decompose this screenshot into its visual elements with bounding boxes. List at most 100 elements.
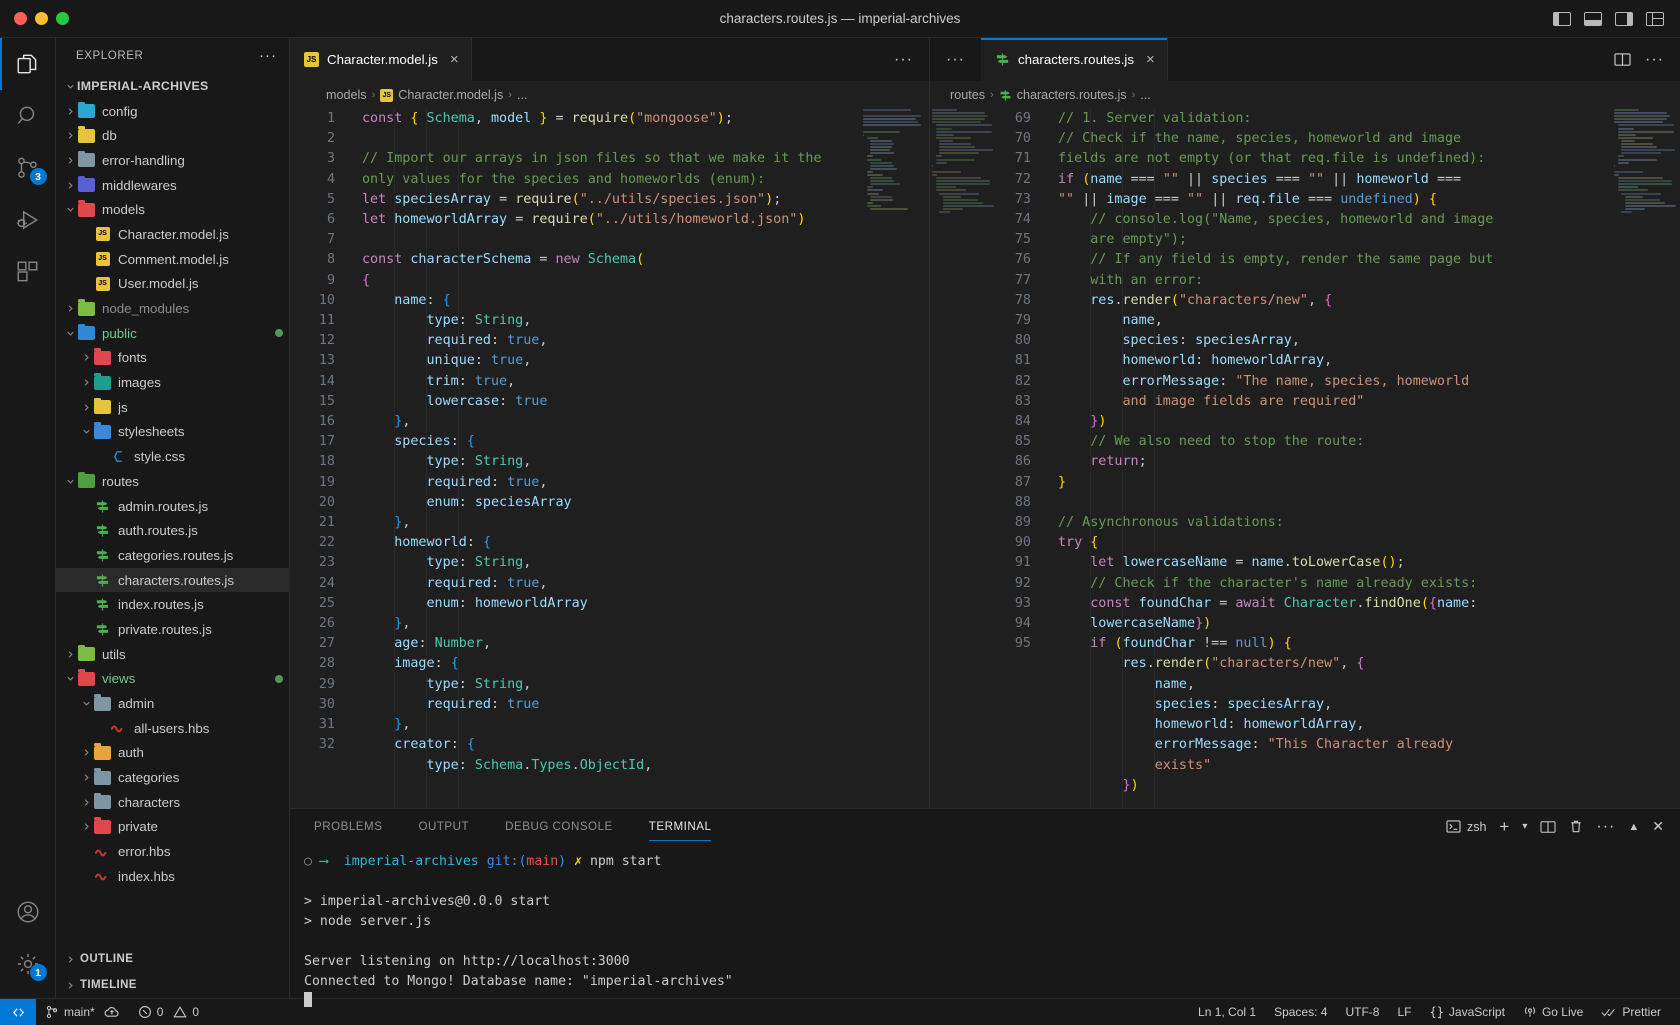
file-tree[interactable]: IMPERIAL-ARCHIVES config db error-handling… (56, 74, 289, 946)
activity-explorer[interactable] (0, 38, 56, 90)
code-line[interactable]: fields are not empty (or that req.file i… (1058, 149, 1680, 169)
new-terminal-icon[interactable]: + (1499, 821, 1509, 833)
code-line[interactable]: }, (362, 412, 929, 432)
breadcrumb-file[interactable]: characters.routes.js (1017, 88, 1127, 102)
layout-controls[interactable] (1553, 12, 1680, 26)
tree-folder-db[interactable]: db (56, 123, 289, 148)
code-line[interactable]: }) (1058, 776, 1680, 796)
panel-actions[interactable]: zsh + ▾ ··· ▲ ✕ (1446, 818, 1680, 835)
editor-actions-left[interactable]: ··· (878, 38, 929, 81)
code-line[interactable]: homeworld: homeworldArray, (1058, 351, 1680, 371)
code-line[interactable]: exists" (1058, 756, 1680, 776)
code-line[interactable]: enum: homeworldArray (362, 594, 929, 614)
code-line[interactable]: age: Number, (362, 634, 929, 654)
split-terminal-icon[interactable] (1540, 820, 1556, 834)
code-line[interactable] (362, 129, 929, 149)
minimap-right-left[interactable] (932, 109, 980, 808)
panel-tab-debug-console[interactable]: DEBUG CONSOLE (505, 809, 613, 844)
close-icon[interactable]: × (1146, 51, 1155, 68)
tree-folder-utils[interactable]: utils (56, 642, 289, 667)
code-editor-right[interactable]: 69 70 71 72 73 74 75 76 77 78 79 80 81 82 83 84 85 86 87 88… (930, 109, 1680, 808)
code-line[interactable]: name, (1058, 675, 1680, 695)
tree-file-categories-routes-js[interactable]: categories.routes.js (56, 543, 289, 568)
code-line[interactable]: species: speciesArray, (1058, 695, 1680, 715)
activity-source-control[interactable]: 3 (0, 142, 56, 194)
section-timeline[interactable]: TIMELINE (56, 972, 289, 998)
traffic-lights[interactable] (0, 12, 69, 25)
code-line[interactable]: required: true, (362, 574, 929, 594)
tree-folder-views[interactable]: views (56, 667, 289, 692)
code-line[interactable]: let homeworldArray = require("../utils/h… (362, 210, 929, 230)
code-line[interactable]: errorMessage: "The name, species, homewo… (1058, 372, 1680, 392)
tree-file-index-routes-js[interactable]: index.routes.js (56, 592, 289, 617)
customize-layout-icon[interactable] (1646, 12, 1664, 26)
terminal-output[interactable]: ○ ⟶ imperial-archives git:(main) ✗ npm s… (290, 844, 1680, 1012)
code-line[interactable]: return; (1058, 452, 1680, 472)
code-line[interactable]: // Import our arrays in json files so th… (362, 149, 929, 169)
close-window-button[interactable] (14, 12, 27, 25)
code-line[interactable]: unique: true, (362, 351, 929, 371)
breadcrumb-symbol[interactable]: ... (517, 88, 528, 102)
tree-folder-js[interactable]: js (56, 395, 289, 420)
tree-folder-middlewares[interactable]: middlewares (56, 173, 289, 198)
activity-extensions[interactable] (0, 246, 56, 298)
trash-icon[interactable] (1569, 819, 1583, 834)
code-line[interactable]: }, (362, 614, 929, 634)
code-line[interactable]: errorMessage: "This Character already (1058, 735, 1680, 755)
code-line[interactable]: name, (1058, 311, 1680, 331)
code-line[interactable]: trim: true, (362, 372, 929, 392)
code-line[interactable]: // Asynchronous validations: (1058, 513, 1680, 533)
tree-folder-categories[interactable]: categories (56, 765, 289, 790)
code-line[interactable]: if (foundChar !== null) { (1058, 634, 1680, 654)
chevron-down-icon[interactable]: ▾ (1522, 821, 1527, 832)
tab-bar-left[interactable]: JS Character.model.js × ··· (290, 38, 929, 81)
panel-tab-output[interactable]: OUTPUT (418, 809, 469, 844)
tree-file-private-routes-js[interactable]: private.routes.js (56, 617, 289, 642)
code-content-right[interactable]: // 1. Server validation:// Check if the … (1044, 109, 1680, 808)
tree-folder-characters[interactable]: characters (56, 790, 289, 815)
code-line[interactable]: homeworld: { (362, 533, 929, 553)
code-line[interactable]: const foundChar = await Character.findOn… (1058, 594, 1680, 614)
tab-bar-right[interactable]: ··· characters.routes.js × ··· (930, 38, 1680, 81)
code-line[interactable] (1058, 493, 1680, 513)
tree-file-admin-routes-js[interactable]: admin.routes.js (56, 494, 289, 519)
activity-search[interactable] (0, 90, 56, 142)
code-line[interactable]: type: Schema.Types.ObjectId, (362, 756, 929, 776)
code-line[interactable]: with an error: (1058, 271, 1680, 291)
code-line[interactable] (362, 230, 929, 250)
tree-folder-auth[interactable]: auth (56, 741, 289, 766)
toggle-secondary-sidebar-icon[interactable] (1615, 12, 1633, 26)
tree-file-user-model-js[interactable]: JS User.model.js (56, 272, 289, 297)
code-line[interactable]: try { (1058, 533, 1680, 553)
maximize-panel-icon[interactable]: ▲ (1628, 821, 1639, 833)
code-line[interactable]: species: speciesArray, (1058, 331, 1680, 351)
code-line[interactable]: if (name === "" || species === "" || hom… (1058, 170, 1680, 190)
code-line[interactable]: type: String, (362, 452, 929, 472)
code-line[interactable]: } (1058, 473, 1680, 493)
minimap-left[interactable] (863, 109, 925, 808)
code-line[interactable]: let speciesArray = require("../utils/spe… (362, 190, 929, 210)
code-line[interactable]: }, (362, 715, 929, 735)
status-branch[interactable]: main* (36, 999, 129, 1025)
code-line[interactable]: // console.log("Name, species, homeworld… (1058, 210, 1680, 230)
breadcrumb-file[interactable]: Character.model.js (398, 88, 503, 102)
breadcrumb-folder[interactable]: routes (950, 88, 985, 102)
code-line[interactable]: type: String, (362, 675, 929, 695)
tree-file-character-model-js[interactable]: JS Character.model.js (56, 222, 289, 247)
tree-folder-fonts[interactable]: fonts (56, 346, 289, 371)
explorer-more-icon[interactable]: ··· (259, 52, 277, 60)
code-line[interactable]: homeworld: homeworldArray, (1058, 715, 1680, 735)
terminal-shell-selector[interactable]: zsh (1446, 820, 1486, 834)
code-line[interactable]: // Check if the character's name already… (1058, 574, 1680, 594)
tree-root[interactable]: IMPERIAL-ARCHIVES (56, 74, 289, 99)
code-line[interactable]: image: { (362, 654, 929, 674)
code-line[interactable]: }, (362, 513, 929, 533)
code-line[interactable]: type: String, (362, 553, 929, 573)
tree-folder-images[interactable]: images (56, 370, 289, 395)
tree-file-error-hbs[interactable]: error.hbs (56, 839, 289, 864)
code-line[interactable]: const characterSchema = new Schema( (362, 250, 929, 270)
split-editor-icon[interactable] (1614, 52, 1631, 67)
code-line[interactable]: // If any field is empty, render the sam… (1058, 250, 1680, 270)
close-icon[interactable]: × (450, 51, 459, 68)
toggle-primary-sidebar-icon[interactable] (1553, 12, 1571, 26)
